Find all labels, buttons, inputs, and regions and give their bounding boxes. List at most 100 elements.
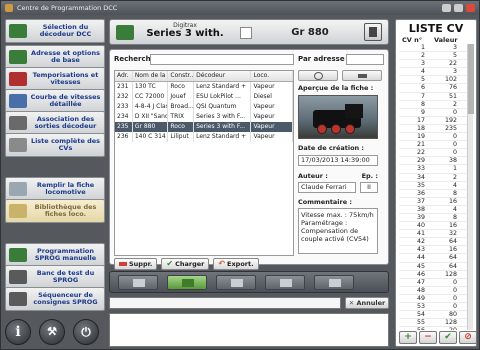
cv-row[interactable]: 35 4: [399, 182, 467, 190]
read-all-button[interactable]: [167, 275, 207, 290]
remove-cv-button[interactable]: −: [419, 331, 437, 344]
table-row[interactable]: 233 4-8-4 J Class Broad... QSI Quantum Vapeu…: [115, 102, 293, 112]
column-header[interactable]: Décodeur: [194, 71, 252, 81]
maximize-icon[interactable]: [454, 4, 463, 12]
add-cv-button[interactable]: +: [399, 331, 417, 344]
cv-row[interactable]: 7 51: [399, 93, 467, 101]
table-row[interactable]: 234 D XII "Sand" TRIX Series 3 with F... Vap…: [115, 112, 293, 122]
write-button[interactable]: [265, 275, 305, 290]
cv-value: 0: [452, 108, 457, 116]
clear-button[interactable]: [342, 70, 382, 81]
delete-cv-button[interactable]: ⊘: [459, 331, 477, 344]
cv-row[interactable]: 18 235: [399, 125, 467, 134]
column-header[interactable]: Adr.: [115, 71, 133, 81]
cv-row[interactable]: 55 128: [399, 319, 467, 328]
read-button[interactable]: [216, 275, 256, 290]
cv-row[interactable]: 46 128: [399, 271, 467, 279]
table-row[interactable]: 231 130 TC Roco Lenz Standard + Vapeur: [115, 82, 293, 92]
cv-row[interactable]: 90: [399, 109, 467, 117]
sidebar-item-fill-sheet[interactable]: Remplir la fiche locomotive: [5, 177, 105, 201]
cv-row[interactable]: 19 0: [399, 133, 467, 142]
cv-row[interactable]: 22 0: [399, 149, 467, 158]
cv-row[interactable]: 5620: [399, 327, 467, 330]
table-cell: 235: [115, 122, 133, 132]
save-icon[interactable]: [364, 23, 382, 41]
cv-row[interactable]: 53 0: [399, 303, 467, 312]
cv-row[interactable]: 21 0: [399, 141, 467, 150]
sidebar-item-label: Courbe de vitesses détaillée: [30, 93, 101, 108]
cv-row[interactable]: 49 0: [399, 295, 467, 303]
sidebar-item-timing[interactable]: Temporisations et vitesses: [5, 67, 105, 91]
sidebar-item-speed-curve[interactable]: Courbe de vitesses détaillée: [5, 89, 105, 113]
cancel-button[interactable]: ✕ Annuler: [345, 297, 389, 309]
sidebar-item-library[interactable]: Bibliothèque des fiches loco.: [5, 199, 105, 223]
list-icon: [9, 138, 27, 152]
cv-row[interactable]: 33 1: [399, 165, 467, 174]
sidebar-item-cv-list[interactable]: Liste complète des CVs: [5, 133, 105, 157]
delete-button[interactable]: Suppr.: [114, 258, 158, 270]
info-icon[interactable]: i: [5, 319, 31, 345]
scroll-thumb[interactable]: [468, 44, 474, 114]
cv-row[interactable]: 13: [399, 44, 467, 53]
cv-row[interactable]: 38 4: [399, 206, 467, 214]
column-header[interactable]: Constr...: [168, 71, 195, 81]
cv-row[interactable]: 48 0: [399, 287, 467, 295]
app-icon: [5, 4, 13, 12]
print-button[interactable]: [118, 275, 158, 290]
cv-row[interactable]: 45 64: [399, 263, 467, 271]
power-icon[interactable]: ⏻: [73, 319, 99, 345]
cv-scrollbar[interactable]: [467, 44, 474, 330]
cv-row[interactable]: 39 8: [399, 214, 467, 223]
cv-row[interactable]: 29 38: [399, 157, 467, 166]
cv-row[interactable]: 47 0: [399, 279, 467, 287]
export-button[interactable]: ↶ Export.: [213, 258, 259, 270]
table-cell: Vapeur: [251, 102, 293, 112]
stop-button[interactable]: [314, 275, 354, 290]
cv-row[interactable]: 34 2: [399, 174, 467, 182]
cv-row[interactable]: 43 16: [399, 246, 467, 255]
cv-row[interactable]: 54 80: [399, 311, 467, 320]
close-icon[interactable]: [466, 4, 475, 12]
edition-value: II: [360, 182, 378, 193]
decoder-header: Digitrax Series 3 with. Gr 880: [109, 19, 389, 45]
cv-row[interactable]: 41 32: [399, 230, 467, 239]
cv-row[interactable]: 6 76: [399, 84, 467, 93]
search-input[interactable]: [150, 54, 294, 65]
sidebar-item-sprog-manual[interactable]: Programmation SPROG manuelle: [5, 243, 105, 267]
cv-row[interactable]: 42 64: [399, 238, 467, 247]
created-value: 17/03/2013 14:39:00: [298, 155, 378, 166]
column-header[interactable]: Nom de la ...: [133, 71, 169, 81]
table-row[interactable]: 235 Gr 880 Roco Series 3 with F... Vapeur: [115, 122, 293, 132]
edit-icon[interactable]: [240, 27, 252, 39]
cv-row[interactable]: 5 102: [399, 76, 467, 85]
table-row[interactable]: 232 CC 72000 Jouef ESU LokPilot ... Diesel: [115, 92, 293, 102]
validate-cv-button[interactable]: ✔: [439, 331, 457, 344]
table-row[interactable]: 236 140 C 314 Liliput Lenz Standard + Vapeur: [115, 132, 293, 142]
address-search-input[interactable]: [346, 54, 384, 65]
tools-icon[interactable]: ⚒: [39, 319, 65, 345]
cv-row[interactable]: 36 8: [399, 190, 467, 198]
command-input[interactable]: [109, 297, 341, 309]
cv-row[interactable]: 3 22: [399, 60, 467, 69]
cv-number: 43: [416, 246, 425, 254]
cv-row[interactable]: 40 16: [399, 222, 467, 231]
table-cell: 234: [115, 112, 133, 122]
load-button[interactable]: ✔ Charger: [161, 258, 210, 270]
cv-row[interactable]: 37 16: [399, 198, 467, 206]
sidebar-item-address[interactable]: Adresse et options de base: [5, 45, 105, 69]
search-button[interactable]: [298, 70, 338, 81]
cv-row[interactable]: 44 64: [399, 254, 467, 263]
test-icon: [9, 270, 27, 284]
sidebar-item-outputs[interactable]: Association des sorties décodeur: [5, 111, 105, 135]
cv-row[interactable]: 25: [399, 52, 467, 61]
minimize-icon[interactable]: [442, 4, 451, 12]
sidebar-item-sequencer[interactable]: Séquenceur de consignes SPROG: [5, 287, 105, 311]
sidebar-item-decoder[interactable]: Sélection du décodeur DCC: [5, 19, 105, 43]
cv-row[interactable]: 17 192: [399, 117, 467, 125]
cv-value: 8: [452, 189, 457, 197]
cv-row[interactable]: 82: [399, 101, 467, 109]
cv-row[interactable]: 43: [399, 68, 467, 77]
cv-number: 17: [416, 116, 425, 124]
sidebar-item-sprog-test[interactable]: Banc de test du SPROG: [5, 265, 105, 289]
column-header[interactable]: Loco.: [251, 71, 293, 81]
